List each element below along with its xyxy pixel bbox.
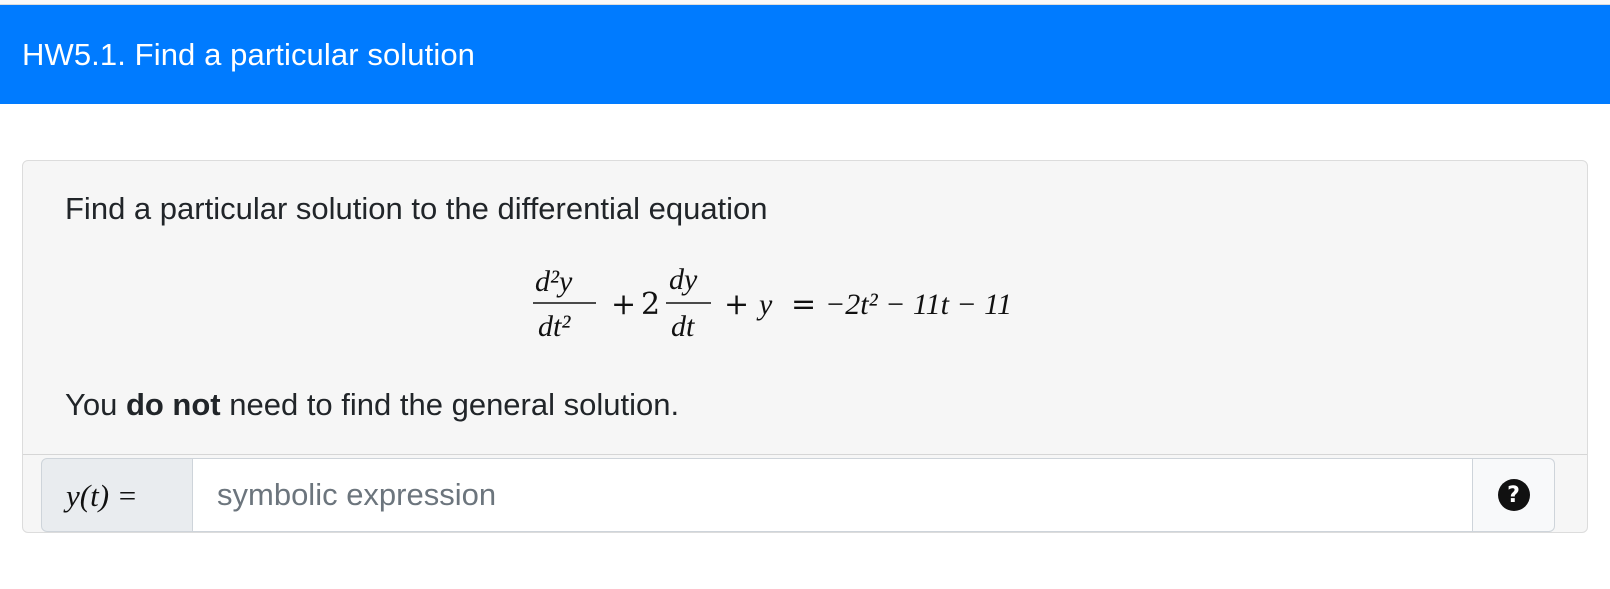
equals-sign: = — [791, 287, 816, 322]
second-fraction-numerator: dy — [669, 263, 698, 296]
question-circle-icon: ? — [1497, 479, 1530, 511]
help-button[interactable]: ? — [1473, 458, 1555, 532]
card-divider — [23, 454, 1587, 455]
coefficient: 2 — [641, 287, 660, 322]
plus-sign-1: + — [611, 287, 636, 322]
first-fraction-denominator: dt² — [538, 310, 571, 343]
right-hand-side: −2t² − 11t − 11 — [825, 288, 1012, 321]
answer-input-group: y(t) = ? — [41, 458, 1587, 532]
question-prompt: Find a particular solution to the differ… — [65, 191, 768, 226]
plus-sign-2: + — [724, 287, 749, 322]
answer-prefix-text: y(t) = — [63, 478, 138, 513]
question-header: HW5.1. Find a particular solution — [0, 5, 1610, 104]
answer-prefix-label: y(t) = — [63, 478, 138, 513]
question-note: You do not need to find the general solu… — [65, 385, 679, 425]
differential-equation: d²y dt² + 2 dy dt + y = −2t² − 11t − 11 — [23, 259, 1587, 355]
note-prefix: You — [65, 387, 126, 422]
answer-prefix: y(t) = — [41, 458, 193, 532]
question-title: HW5.1. Find a particular solution — [22, 36, 475, 72]
second-fraction-denominator: dt — [671, 310, 695, 343]
note-emphasis: do not — [125, 387, 221, 422]
note-suffix: need to find the general solution. — [220, 387, 680, 422]
answer-input[interactable] — [193, 458, 1473, 532]
first-fraction-numerator: d²y — [535, 265, 573, 298]
equation-graphic: d²y dt² + 2 dy dt + y = −2t² − 11t − 11 — [533, 263, 1012, 343]
question-card: Find a particular solution to the differ… — [22, 160, 1588, 533]
variable-y: y — [756, 288, 773, 321]
